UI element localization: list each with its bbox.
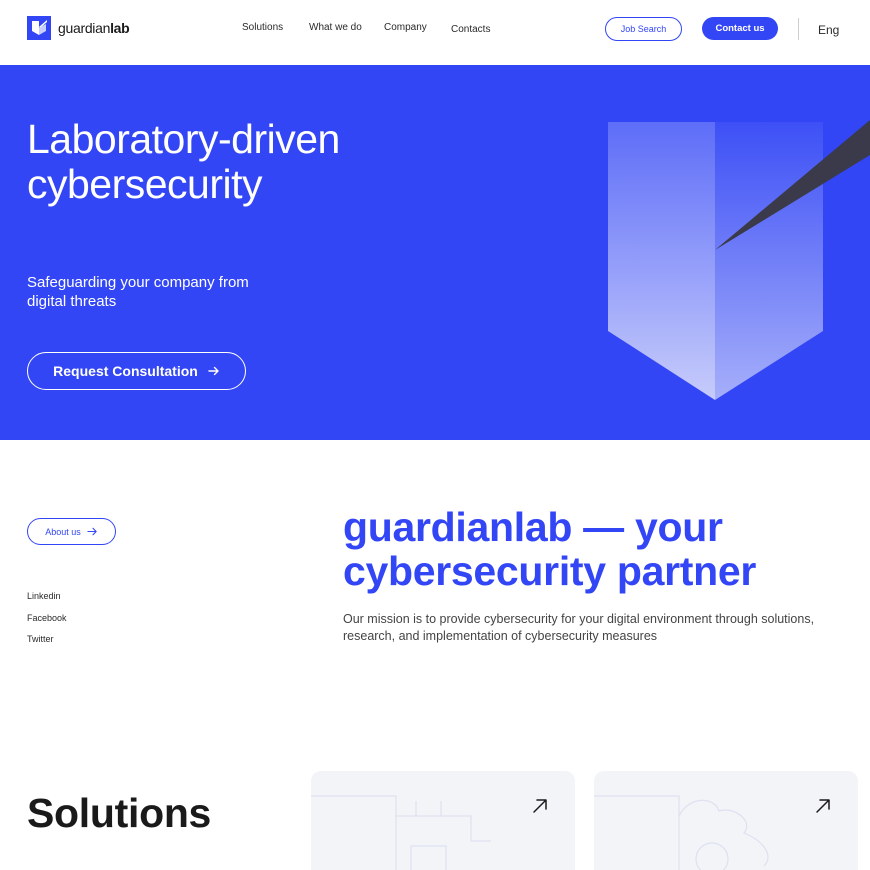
hero-title: Laboratory-driven cybersecurity	[27, 116, 340, 207]
nav-item-solutions[interactable]: Solutions	[242, 22, 283, 33]
circuit-graphic	[311, 795, 491, 870]
header-divider	[798, 18, 799, 40]
request-consultation-label: Request Consultation	[53, 363, 198, 379]
about-us-label: About us	[45, 526, 81, 537]
solutions-title: Solutions	[27, 790, 212, 836]
logo-icon	[27, 16, 51, 40]
hero-section: Laboratory-driven cybersecurity Safeguar…	[0, 65, 870, 440]
social-link-linkedin[interactable]: Linkedin	[27, 591, 61, 601]
social-link-twitter[interactable]: Twitter	[27, 634, 54, 644]
nav-item-contacts[interactable]: Contacts	[451, 24, 490, 35]
puzzle-graphic	[594, 795, 769, 870]
about-us-button[interactable]: About us	[27, 518, 116, 545]
job-search-button[interactable]: Job Search	[605, 17, 682, 41]
about-title: guardianlab — your cybersecurity partner	[343, 504, 757, 594]
hero-subtitle: Safeguarding your company from digital t…	[27, 274, 249, 310]
solution-card[interactable]	[594, 771, 858, 870]
logo[interactable]: guardianlab	[27, 16, 130, 40]
shield-illustration	[608, 120, 870, 400]
arrow-up-right-icon	[533, 799, 547, 813]
nav-item-what-we-do[interactable]: What we do	[309, 22, 362, 33]
contact-us-button[interactable]: Contact us	[702, 17, 778, 40]
solution-card[interactable]	[311, 771, 575, 870]
about-description: Our mission is to provide cybersecurity …	[343, 612, 815, 643]
social-link-facebook[interactable]: Facebook	[27, 613, 67, 623]
site-header: guardianlab Solutions What we do Company…	[0, 0, 870, 65]
request-consultation-button[interactable]: Request Consultation	[27, 352, 246, 390]
nav-item-company[interactable]: Company	[384, 22, 427, 33]
logo-wordmark: guardianlab	[58, 20, 130, 36]
arrow-right-icon	[208, 366, 219, 376]
arrow-up-right-icon	[816, 799, 830, 813]
language-switcher[interactable]: Eng	[818, 23, 839, 37]
arrow-right-icon	[87, 527, 97, 536]
